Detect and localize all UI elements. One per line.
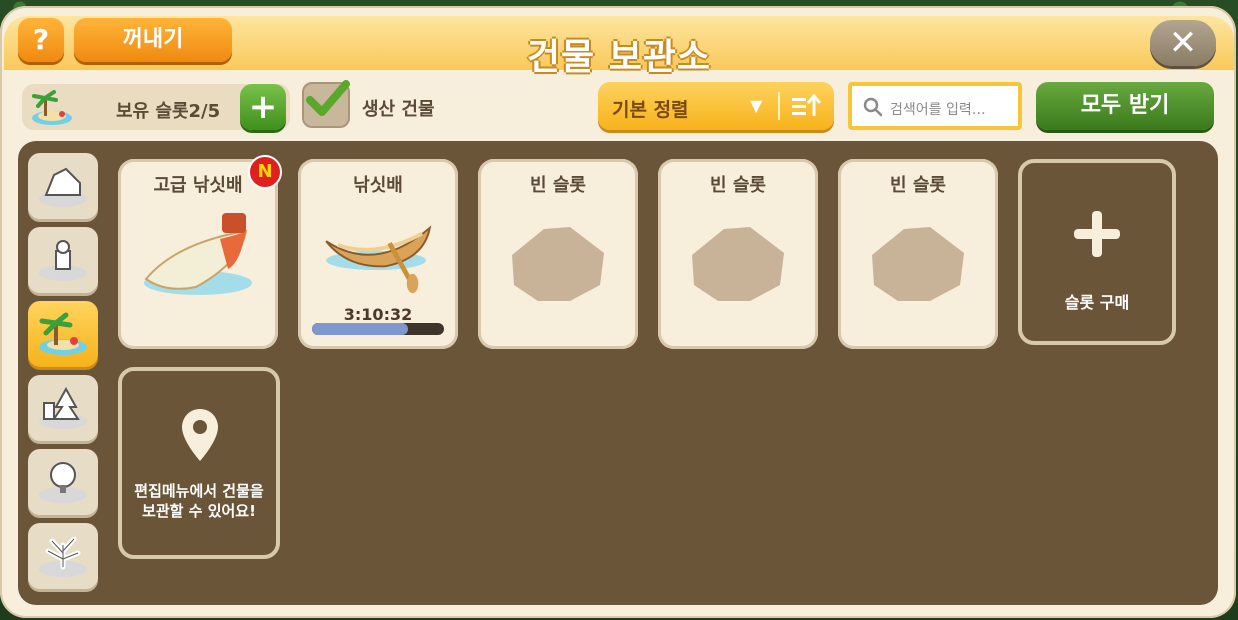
slot-card[interactable]: 고급 낚싯배 N (118, 155, 282, 349)
buy-slot-button[interactable]: 슬롯 구매 (1018, 159, 1176, 345)
production-progress-bar (312, 323, 444, 335)
empty-slot-icon (512, 227, 604, 301)
category-tab-nature[interactable] (28, 449, 98, 515)
storage-window: 건물 보관소 ? 꺼내기 ✕ 보유 슬롯2/5 + 생산 건물 기본 정렬 ▼ (0, 6, 1236, 618)
location-pin-icon (182, 409, 218, 461)
production-timer: 3:10:32 (343, 305, 413, 324)
get-all-button[interactable]: 모두 받기 (1036, 82, 1214, 130)
plus-icon (1074, 211, 1120, 257)
close-button[interactable]: ✕ (1150, 20, 1216, 66)
slot-title: 빈 슬롯 (710, 175, 766, 196)
production-filter-label: 생산 건물 (362, 99, 435, 120)
tree-category-icon (39, 386, 87, 429)
add-slot-button[interactable]: + (240, 84, 286, 130)
category-tab-decoration[interactable] (28, 227, 98, 293)
slot-title: 낚싯배 (353, 175, 403, 196)
chevron-down-icon: ▼ (750, 96, 763, 115)
nature-category-icon (39, 462, 87, 503)
house-category-icon (39, 167, 87, 207)
category-tab-house[interactable] (28, 153, 98, 219)
search-icon (863, 97, 883, 117)
empty-slot-card[interactable]: 빈 슬롯 (478, 159, 638, 349)
search-input[interactable]: 검색어를 입력… (848, 82, 1022, 130)
slot-info: 보유 슬롯2/5 + (22, 84, 290, 130)
new-badge: N (248, 155, 282, 189)
info-text: 편집메뉴에서 건물을 보관할 수 있어요! (134, 482, 264, 520)
rowboat-icon (325, 225, 432, 294)
checkmark-icon (306, 80, 350, 116)
category-tab-coral[interactable] (28, 523, 98, 589)
search-placeholder: 검색어를 입력… (890, 102, 986, 118)
empty-slot-icon (872, 227, 964, 301)
coral-category-icon (39, 536, 87, 577)
divider (778, 92, 780, 120)
empty-slot-card[interactable]: 빈 슬롯 (838, 159, 998, 349)
toolbar: 보유 슬롯2/5 + 생산 건물 기본 정렬 ▼ 검색어를 입력… 모두 받기 (22, 80, 1218, 132)
slot-card[interactable]: 낚싯배 3:10:32 (298, 159, 458, 349)
storage-board: 고급 낚싯배 N 낚싯배 3:10:32 빈 슬롯 빈 슬롯 빈 슬롯 슬롯 구… (18, 141, 1218, 605)
slot-count-label: 보유 슬롯2/5 (116, 101, 221, 122)
production-checkbox[interactable] (302, 80, 350, 128)
progress-fill (312, 323, 409, 335)
island-category-icon (39, 312, 87, 355)
slot-title: 빈 슬롯 (890, 175, 946, 196)
buy-slot-label: 슬롯 구매 (1064, 293, 1130, 312)
close-icon: ✕ (1168, 23, 1198, 63)
sort-dropdown[interactable]: 기본 정렬 ▼ (598, 82, 834, 130)
island-icon (32, 90, 72, 125)
info-card: 편집메뉴에서 건물을 보관할 수 있어요! (118, 367, 280, 559)
empty-slot-icon (692, 227, 784, 301)
decoration-category-icon (39, 240, 87, 281)
sort-order-icon[interactable] (786, 88, 826, 124)
takeout-button[interactable]: 꺼내기 (74, 18, 232, 62)
slot-title: 빈 슬롯 (530, 175, 586, 196)
speedboat-icon (144, 213, 252, 295)
help-button[interactable]: ? (18, 18, 64, 62)
category-tab-island[interactable] (28, 301, 98, 367)
sort-label: 기본 정렬 (612, 99, 689, 121)
empty-slot-card[interactable]: 빈 슬롯 (658, 159, 818, 349)
category-tab-tree[interactable] (28, 375, 98, 441)
